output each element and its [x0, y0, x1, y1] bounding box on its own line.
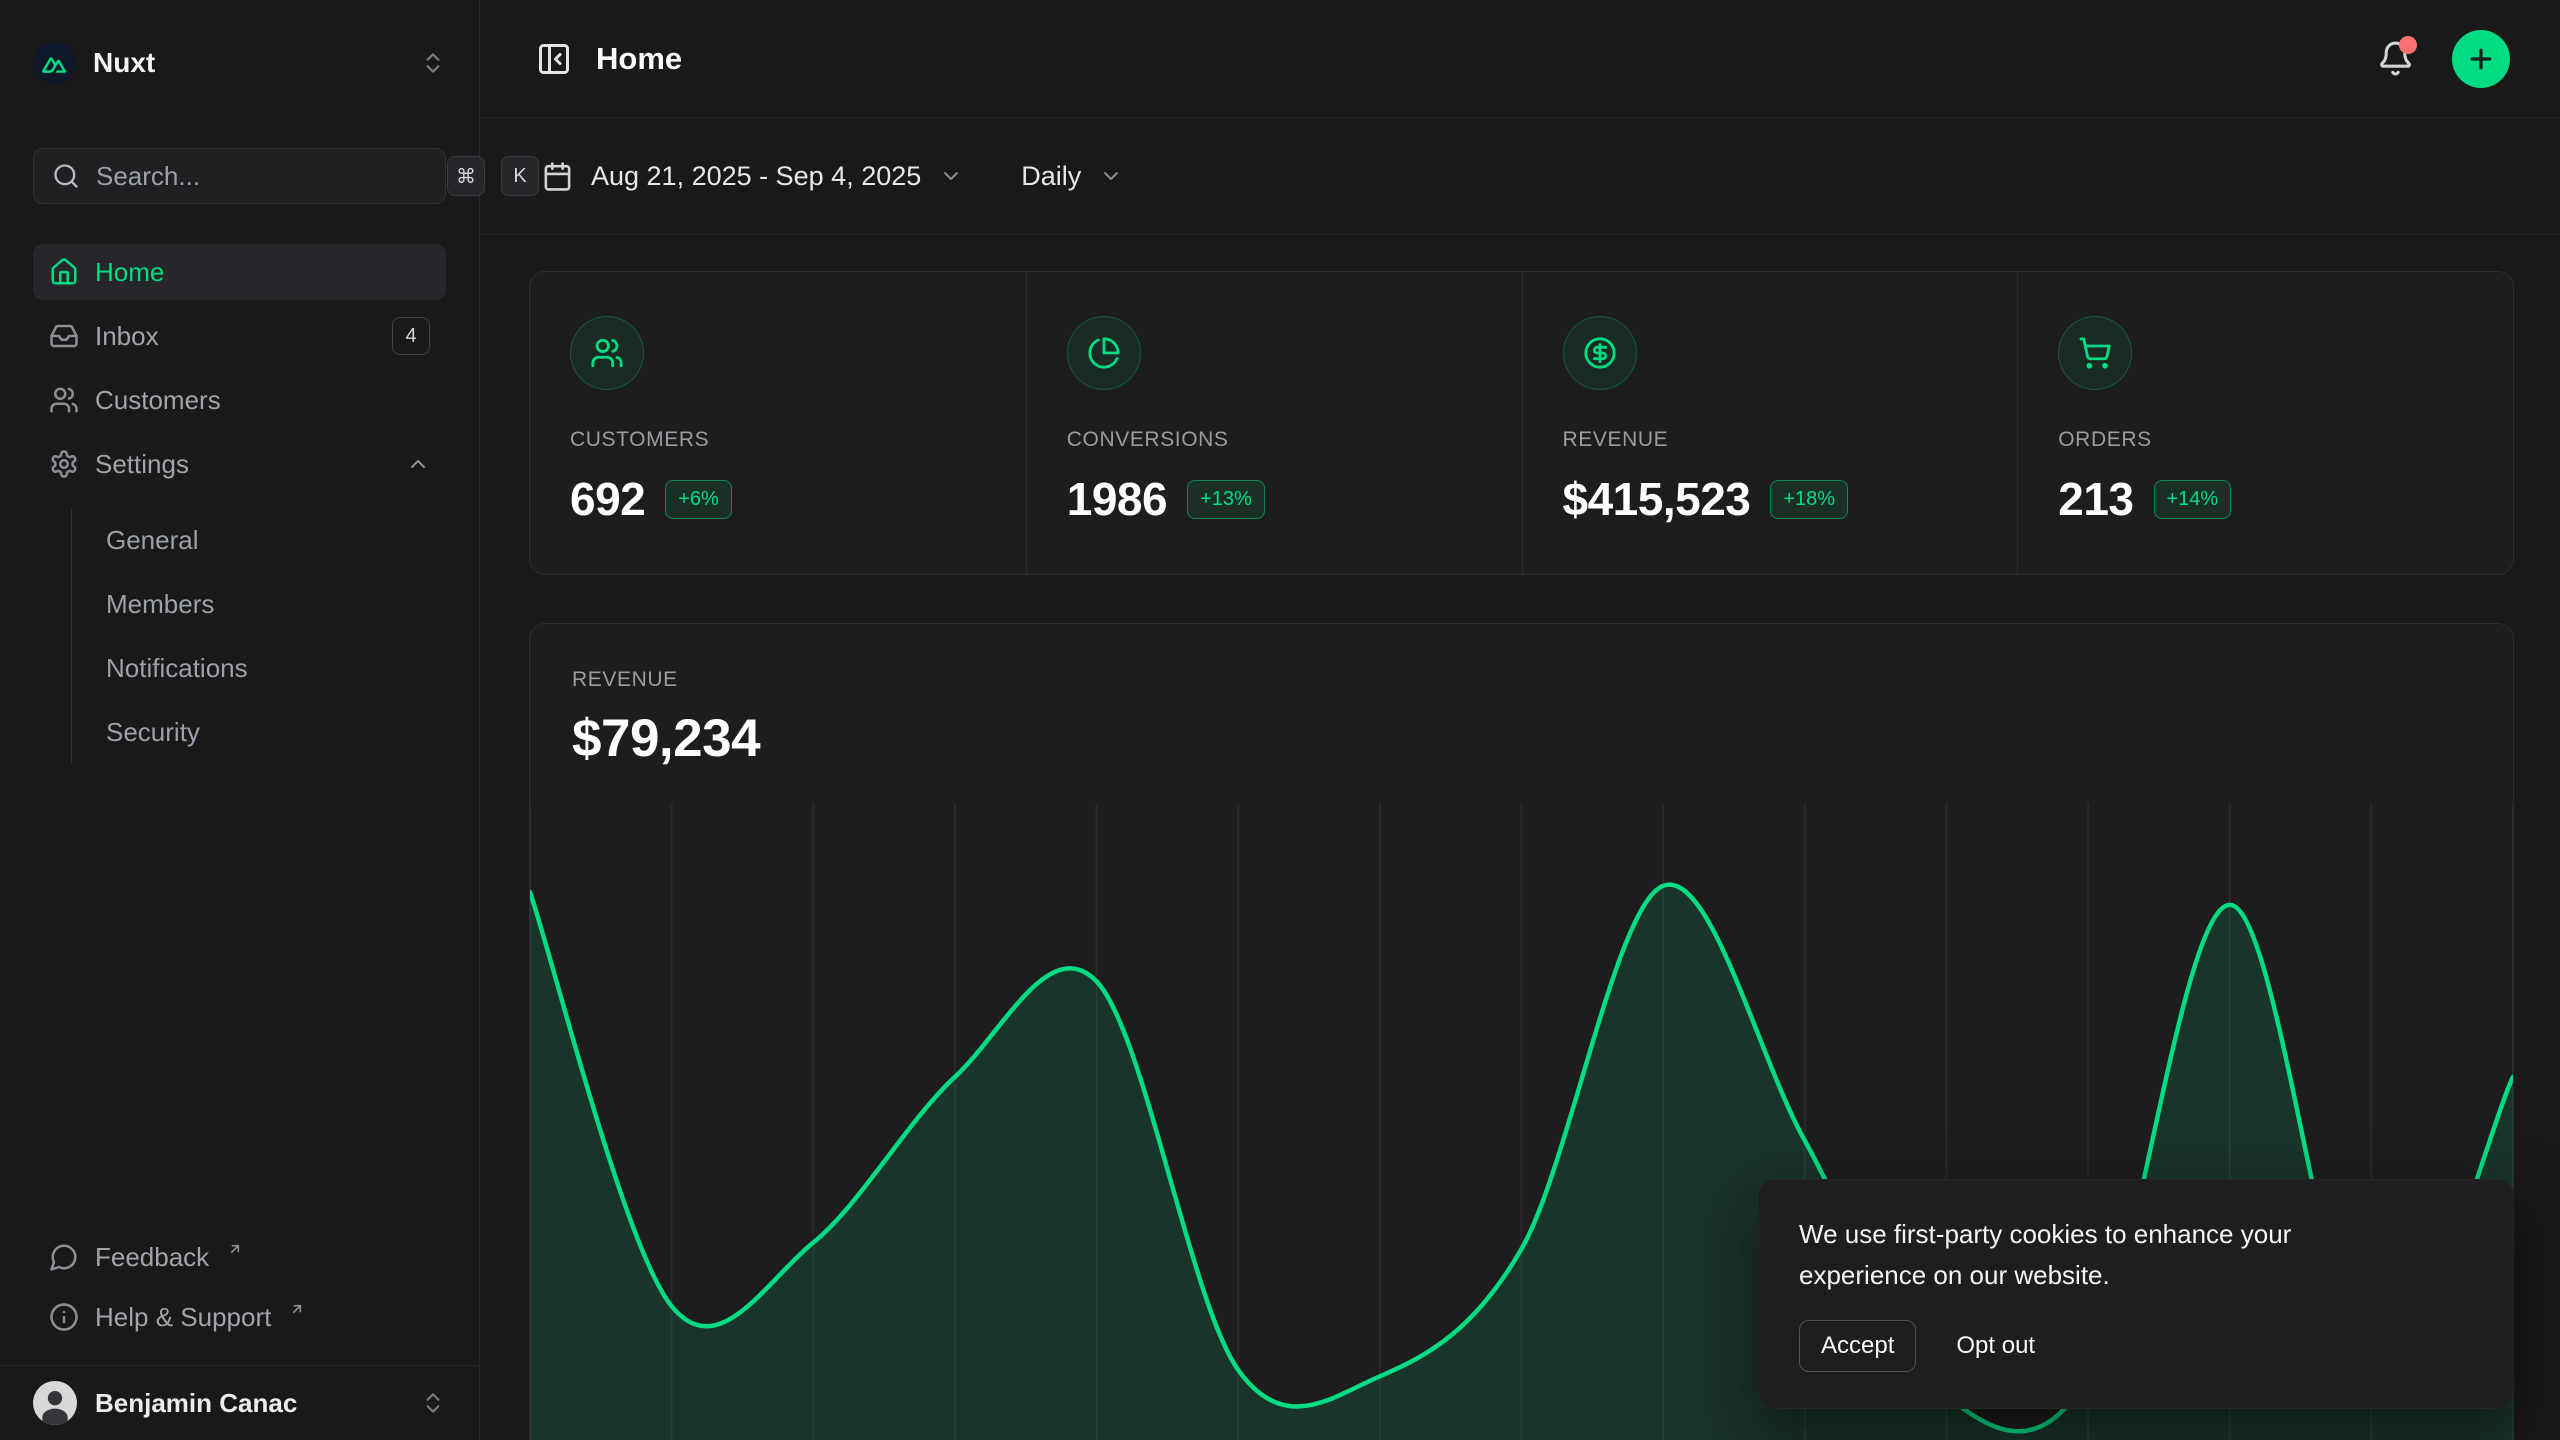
sidebar-item-general[interactable]: General	[72, 508, 446, 572]
gear-icon	[49, 449, 79, 479]
plus-icon	[2466, 44, 2496, 74]
sidebar-item-feedback[interactable]: Feedback	[33, 1229, 446, 1285]
cookie-banner: We use first-party cookies to enhance yo…	[1758, 1179, 2514, 1409]
stat-customers[interactable]: CUSTOMERS 692 +6%	[530, 272, 1026, 574]
date-range-picker[interactable]: Aug 21, 2025 - Sep 4, 2025	[542, 161, 963, 192]
stat-delta-badge: +14%	[2154, 480, 2232, 519]
sidebar-item-settings[interactable]: Settings	[33, 436, 446, 492]
inbox-icon	[49, 321, 79, 351]
home-icon	[49, 257, 79, 287]
date-range-value: Aug 21, 2025 - Sep 4, 2025	[591, 161, 921, 192]
panel-left-close-icon[interactable]	[536, 41, 572, 77]
search-input[interactable]	[96, 161, 431, 192]
sidebar-item-security[interactable]: Security	[72, 700, 446, 764]
users-icon	[570, 316, 644, 390]
sidebar-nav: Home Inbox 4 Customers Settings	[33, 244, 446, 764]
external-link-icon	[227, 1241, 243, 1257]
filters-toolbar: Aug 21, 2025 - Sep 4, 2025 Daily	[480, 118, 2560, 235]
sidebar-item-customers[interactable]: Customers	[33, 372, 446, 428]
stat-orders[interactable]: ORDERS 213 +14%	[2017, 272, 2513, 574]
stat-label: CONVERSIONS	[1067, 428, 1482, 452]
settings-submenu: General Members Notifications Security	[71, 508, 446, 764]
user-name: Benjamin Canac	[95, 1388, 402, 1419]
sidebar-item-notifications[interactable]: Notifications	[72, 636, 446, 700]
circle-dollar-icon	[1563, 316, 1637, 390]
stat-label: REVENUE	[1563, 428, 1978, 452]
brand-name: Nuxt	[93, 47, 402, 79]
stat-value: 1986	[1067, 472, 1167, 526]
sidebar-item-inbox[interactable]: Inbox 4	[33, 308, 446, 364]
revenue-chart-value: $79,234	[572, 708, 2471, 769]
chevron-down-icon	[1099, 164, 1123, 188]
stats-cards: CUSTOMERS 692 +6% CONVERSIONS 1986 +13%	[529, 271, 2514, 575]
stat-label: CUSTOMERS	[570, 428, 986, 452]
chevrons-up-down-icon[interactable]	[420, 50, 446, 76]
page-title: Home	[596, 41, 682, 77]
revenue-chart-label: REVENUE	[572, 668, 2471, 692]
sidebar-item-home[interactable]: Home	[33, 244, 446, 300]
message-circle-icon	[49, 1242, 79, 1272]
period-select[interactable]: Daily	[1021, 161, 1123, 192]
notification-dot	[2399, 36, 2417, 54]
period-value: Daily	[1021, 161, 1081, 192]
add-button[interactable]	[2452, 30, 2510, 88]
sidebar-item-help-support[interactable]: Help & Support	[33, 1289, 446, 1345]
stat-revenue[interactable]: REVENUE $415,523 +18%	[1522, 272, 2018, 574]
chevrons-up-down-icon	[420, 1390, 446, 1416]
shopping-cart-icon	[2058, 316, 2132, 390]
sidebar-footer: Feedback Help & Support	[33, 1229, 446, 1365]
stat-conversions[interactable]: CONVERSIONS 1986 +13%	[1026, 272, 1522, 574]
sidebar-item-members[interactable]: Members	[72, 572, 446, 636]
chevron-up-icon[interactable]	[406, 452, 430, 476]
sidebar-item-label: Feedback	[95, 1242, 209, 1273]
external-link-icon	[289, 1301, 305, 1317]
workspace-switcher[interactable]: Nuxt	[33, 40, 446, 86]
stat-value: $415,523	[1563, 472, 1751, 526]
user-menu[interactable]: Benjamin Canac	[0, 1366, 479, 1440]
stat-value: 692	[570, 472, 645, 526]
page-header: Home	[480, 0, 2560, 118]
stat-delta-badge: +6%	[665, 480, 732, 519]
cookie-message: We use first-party cookies to enhance yo…	[1799, 1214, 2389, 1296]
users-icon	[49, 385, 79, 415]
notifications-button[interactable]	[2377, 40, 2414, 77]
stat-value: 213	[2058, 472, 2133, 526]
sidebar-item-label: Customers	[95, 385, 221, 416]
search-input-wrapper[interactable]: ⌘ K	[33, 148, 446, 204]
sidebar-item-label: Settings	[95, 449, 189, 480]
chart-pie-icon	[1067, 316, 1141, 390]
accept-cookies-button[interactable]: Accept	[1799, 1320, 1916, 1372]
inbox-count-badge: 4	[392, 317, 430, 355]
sidebar-item-label: Home	[95, 257, 164, 288]
search-icon	[52, 162, 80, 190]
stat-delta-badge: +18%	[1770, 480, 1848, 519]
sidebar-item-label: Help & Support	[95, 1302, 271, 1333]
info-circle-icon	[49, 1302, 79, 1332]
stat-label: ORDERS	[2058, 428, 2473, 452]
calendar-icon	[542, 161, 573, 192]
sidebar-item-label: Inbox	[95, 321, 159, 352]
chevron-down-icon	[939, 164, 963, 188]
nuxt-logo-icon	[33, 42, 75, 84]
stat-delta-badge: +13%	[1187, 480, 1265, 519]
sidebar: Nuxt ⌘ K Home Inbo	[0, 0, 480, 1440]
opt-out-button[interactable]: Opt out	[1956, 1332, 2035, 1360]
avatar	[33, 1381, 77, 1425]
